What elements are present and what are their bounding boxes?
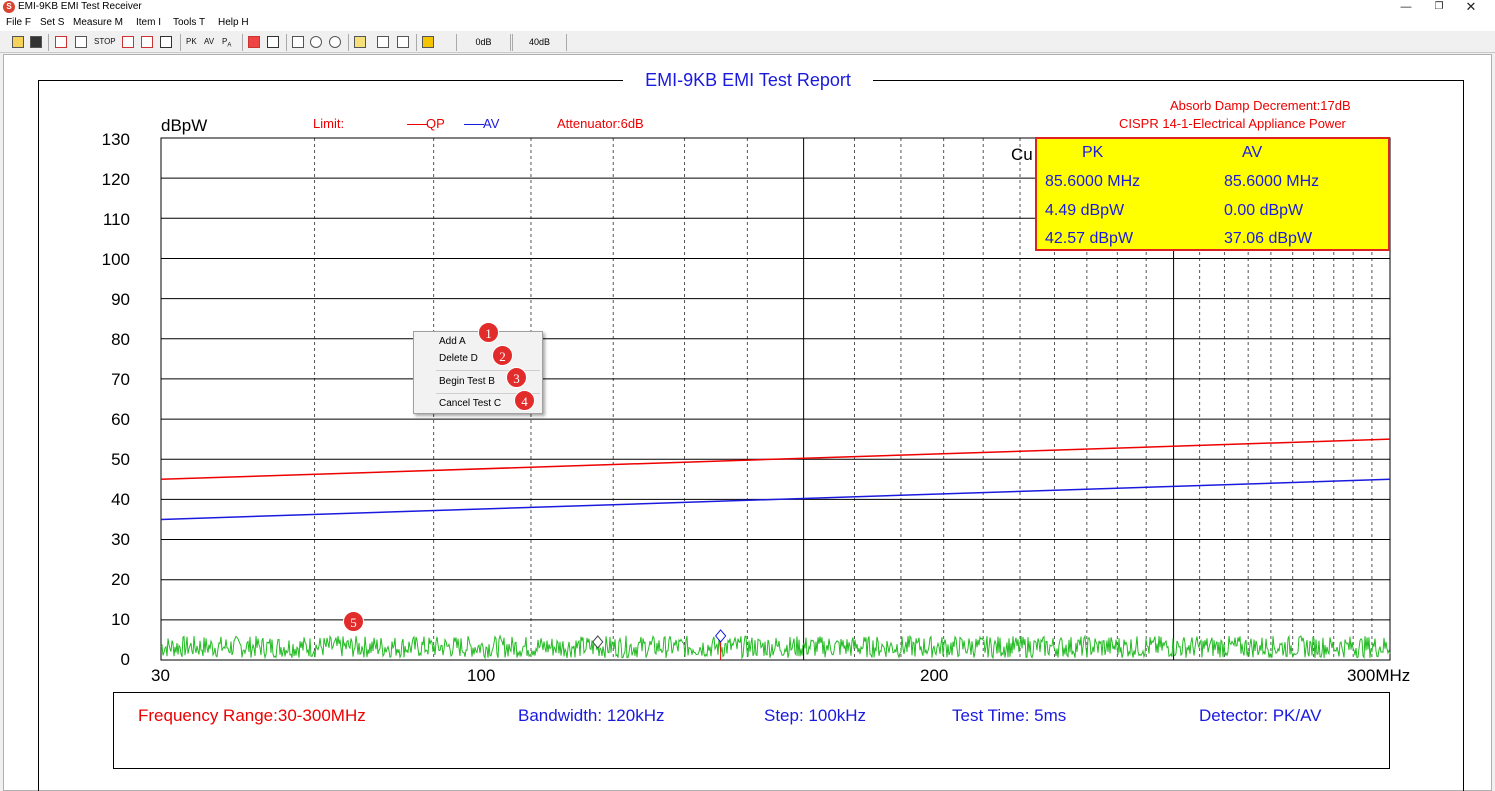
context-menu-begin-test[interactable]: Begin Test B (439, 375, 495, 389)
test-parameters-box (113, 692, 1390, 769)
frequency-range: Frequency Range:30-300MHz (138, 706, 366, 725)
bandwidth: Bandwidth: 120kHz (518, 706, 665, 725)
readout-pk-header: PK (1082, 144, 1104, 161)
cursor-label: Cu (1011, 145, 1033, 164)
readout-av-header: AV (1242, 144, 1263, 161)
cursor-readout-box: PK AV 85.6000 MHz 85.6000 MHz 4.49 dBpW … (1035, 137, 1390, 251)
readout-pk-value1: 4.49 dBpW (1045, 202, 1125, 219)
test-time: Test Time: 5ms (952, 706, 1067, 725)
detector: Detector: PK/AV (1199, 706, 1322, 725)
annotation-badge-2: 2 (492, 345, 513, 366)
context-menu-cancel-test[interactable]: Cancel Test C (439, 397, 501, 411)
annotation-badge-3: 3 (506, 367, 527, 388)
step: Step: 100kHz (764, 706, 867, 725)
measured-trace (160, 634, 1391, 660)
readout-pk-value2: 42.57 dBpW (1045, 230, 1134, 247)
annotation-badge-5: 5 (343, 611, 364, 632)
context-menu-add[interactable]: Add A (439, 335, 466, 349)
readout-av-value2: 37.06 dBpW (1224, 230, 1313, 247)
readout-av-frequency: 85.6000 MHz (1224, 173, 1320, 190)
annotation-badge-1: 1 (478, 322, 499, 343)
emi-chart[interactable] (0, 0, 1495, 791)
annotation-badge-4: 4 (514, 390, 535, 411)
readout-pk-frequency: 85.6000 MHz (1045, 173, 1141, 190)
cursor-marker-diamond (714, 629, 727, 643)
context-menu-delete[interactable]: Delete D (439, 352, 478, 366)
marker-diamond (592, 635, 604, 649)
readout-av-value1: 0.00 dBpW (1224, 202, 1304, 219)
